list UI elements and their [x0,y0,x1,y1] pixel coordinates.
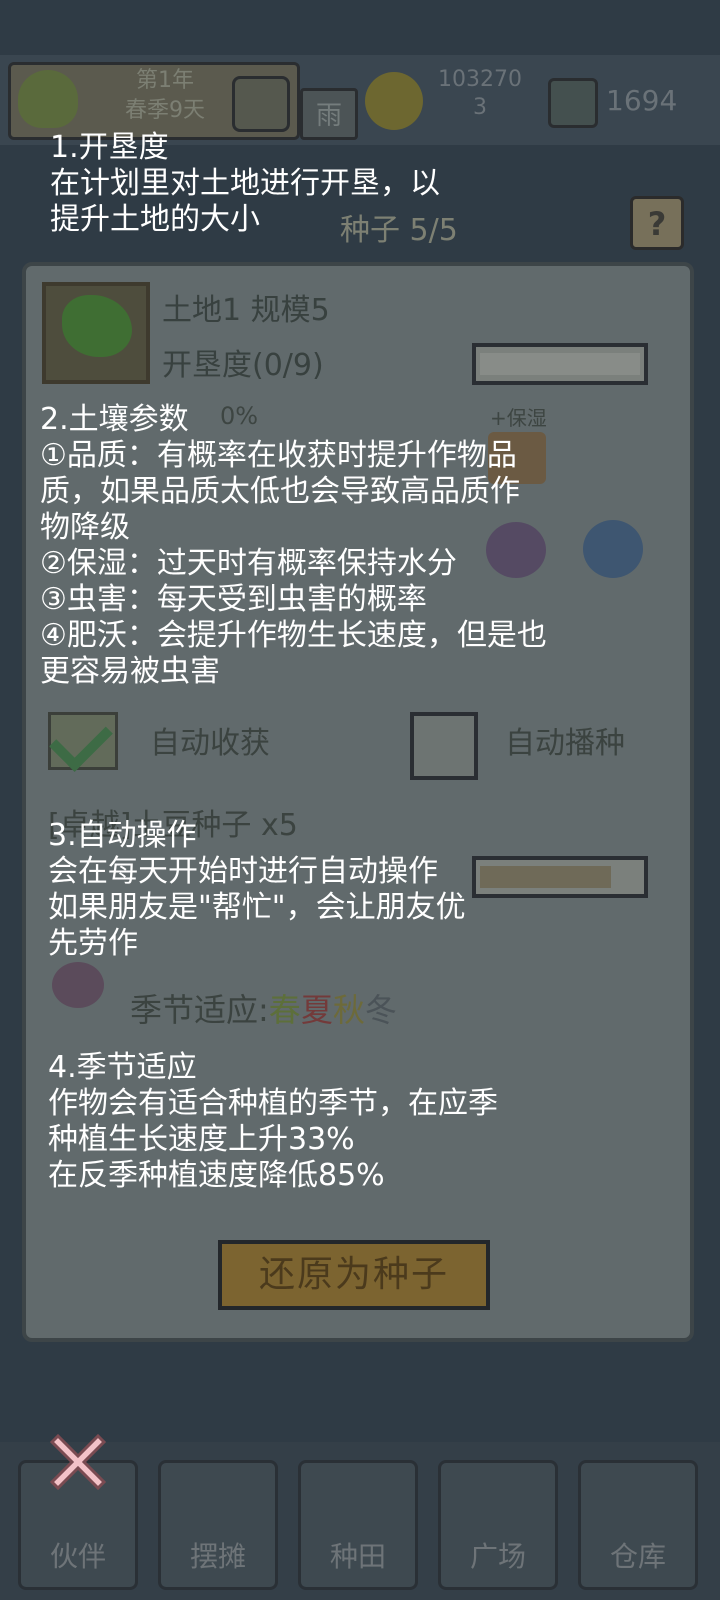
date-year: 第1年 [136,68,194,93]
season-autumn: 秋 [332,991,365,1029]
auto-harvest-label: 自动收获 [150,726,270,761]
heart-icon [18,70,78,128]
nav-stall-label: 摆摊 [189,1540,246,1573]
season-spring: 春 [268,991,301,1029]
nav-partner-label: 伙伴 [49,1540,106,1573]
tip-season-adapt: 4.季节适应 作物会有适合种植的季节，在应季 种植生长速度上升33% 在反季种植… [48,1050,498,1193]
close-icon[interactable] [44,1428,112,1496]
nav-farm-label: 种田 [329,1540,386,1573]
cultivation-label: 开垦度(0/9) [162,348,324,383]
season-adapt-label: 季节适应: [130,991,269,1029]
growth-progress-bar [472,856,648,898]
gem-icon [548,78,598,128]
coin-icon [365,72,423,130]
tip-cultivation: 1.开垦度 在计划里对土地进行开垦，以 提升土地的大小 [50,130,440,237]
land-title: 土地1 规模5 [162,293,330,328]
season-adapt: 季节适应:春夏秋冬 [130,985,397,1031]
auto-plant-label: 自动播种 [505,726,625,761]
auto-plant-checkbox[interactable] [410,712,478,780]
nav-plaza-label: 广场 [469,1540,526,1573]
restore-to-seed-button[interactable]: 还原为种子 [218,1240,490,1310]
cultivation-progress-bar [472,343,648,385]
seed-icon [52,962,104,1008]
season-winter: 冬 [364,991,397,1029]
tip-auto-ops: 3.自动操作 会在每天开始时进行自动操作 如果朋友是"帮忙"，会让朋友优 先劳作 [48,818,466,961]
season-summer: 夏 [300,991,333,1029]
clock-icon[interactable] [232,76,290,132]
gold-count: 103270 3 [438,67,522,120]
tip-soil-params: 2.土壤参数 ①品质：有概率在收获时提升作物品 质，如果品质太低也会导致高品质作… [40,402,547,689]
gem-count: 1694 [606,84,678,117]
nav-warehouse-label: 仓库 [609,1540,666,1573]
date-season: 春季9天 [125,98,205,123]
help-button[interactable]: ? [630,196,684,250]
water-item-icon[interactable] [583,520,643,578]
